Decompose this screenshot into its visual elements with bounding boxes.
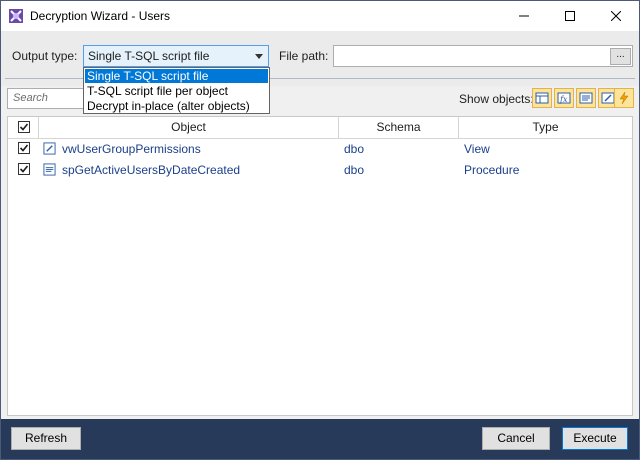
row-checkbox[interactable] [18,163,30,175]
select-all-checkbox[interactable] [18,121,30,133]
procedure-icon [579,92,593,104]
close-button[interactable] [593,1,639,31]
window-title: Decryption Wizard - Users [30,9,171,23]
column-header-type[interactable]: Type [459,117,632,138]
objects-grid: Object Schema Type vwUserGroupPermission… [7,116,633,416]
column-header-schema[interactable]: Schema [339,117,458,138]
checkmark-icon [19,123,29,131]
minimize-icon [519,15,529,17]
table-row[interactable]: vwUserGroupPermissions dbo View [8,138,632,159]
view-icon [601,92,615,104]
output-type-dropdown-list: Single T-SQL script file T-SQL script fi… [83,67,270,114]
show-triggers-toggle[interactable] [614,88,634,108]
close-icon [610,10,622,22]
maximize-icon [565,11,575,21]
output-type-label: Output type: [12,49,78,63]
dropdown-option-script-per-object[interactable]: T-SQL script file per object [85,84,268,98]
execute-button[interactable]: Execute [562,427,628,450]
file-path-label: File path: [279,49,329,63]
row-checkbox[interactable] [18,142,30,154]
show-objects-label: Show objects: [459,92,534,106]
svg-text:fx: fx [559,95,568,104]
function-icon: fx [557,92,571,104]
maximize-button[interactable] [547,1,593,31]
table-row[interactable]: spGetActiveUsersByDateCreated dbo Proced… [8,159,632,180]
chevron-down-icon [255,54,263,59]
show-tables-toggle[interactable] [532,88,552,108]
minimize-button[interactable] [501,1,547,31]
object-name: vwUserGroupPermissions [62,142,201,156]
output-type-select[interactable]: Single T-SQL script file [83,45,269,67]
schema-name: dbo [344,163,365,177]
title-bar: Decryption Wizard - Users [1,1,639,31]
view-icon [43,142,56,155]
decryption-wizard-window: Decryption Wizard - Users Output type: S… [0,0,640,460]
lightning-icon [619,91,629,105]
schema-name: dbo [344,142,365,156]
object-type: Procedure [464,163,520,177]
object-name: spGetActiveUsersByDateCreated [62,163,241,177]
dropdown-option-decrypt-in-place[interactable]: Decrypt in-place (alter objects) [85,99,268,113]
browse-button[interactable]: ... [610,48,631,65]
file-path-input[interactable] [333,45,633,67]
table-icon [535,92,549,104]
grid-header: Object Schema Type [8,117,632,139]
dropdown-option-single-script[interactable]: Single T-SQL script file [85,69,268,83]
cancel-button[interactable]: Cancel [482,427,550,450]
app-icon [9,9,23,23]
checkmark-icon [19,165,29,173]
checkmark-icon [19,144,29,152]
output-type-value: Single T-SQL script file [88,49,210,63]
column-header-object[interactable]: Object [39,117,338,138]
show-functions-toggle[interactable]: fx [554,88,574,108]
refresh-button[interactable]: Refresh [11,427,81,450]
procedure-icon [43,163,56,176]
show-procedures-toggle[interactable] [576,88,596,108]
object-type: View [464,142,490,156]
